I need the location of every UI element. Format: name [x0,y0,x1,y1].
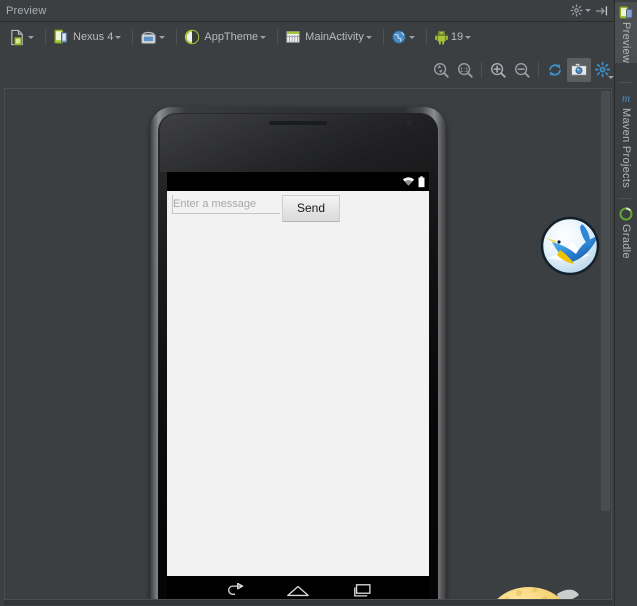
chevron-down-icon [408,35,415,39]
message-row: Enter a message Send [167,191,429,222]
gear-icon [570,4,583,17]
configuration-toolbar: Nexus 4 AppTheme MainActivity 19 [0,22,615,52]
sidebar-item-label: Gradle [620,224,632,259]
device-screen[interactable]: Enter a message Send [167,172,429,590]
android-navigation-bar [167,576,429,599]
chevron-down-icon [465,35,472,39]
device-speaker [269,121,327,125]
svg-text:m: m [622,93,630,105]
config-api-level[interactable]: 19 [431,26,474,48]
chevron-down-icon [28,35,34,39]
blue-bird-icon [540,216,600,276]
orientation-icon [141,31,157,44]
toolbar-divider [277,29,279,45]
preview-options-button[interactable] [591,58,615,82]
pufferfish-icon [497,587,579,599]
zoom-in-button[interactable] [486,58,510,82]
android-status-bar [167,172,429,191]
toolbar-divider [176,29,178,45]
screenshot-button[interactable] [567,58,591,82]
zoom-out-icon [515,63,530,78]
zoom-out-button[interactable] [510,58,534,82]
send-button[interactable]: Send [282,195,340,222]
config-orientation[interactable] [137,26,168,48]
config-api-level-label: 19 [450,31,464,43]
wifi-icon [402,177,415,186]
config-activity[interactable]: MainActivity [282,26,375,48]
svg-text:1:1: 1:1 [460,67,469,74]
sidebar-item-label: Preview [620,22,632,64]
config-activity-label: MainActivity [305,31,364,43]
android-icon [435,30,448,45]
toolbar-divider [132,29,134,45]
zoom-actual-size-button[interactable]: 1:1 [453,58,477,82]
refresh-icon [549,64,561,76]
back-icon[interactable] [224,583,246,599]
config-theme-label: AppTheme [204,31,259,43]
config-theme[interactable]: AppTheme [181,26,269,48]
toolbar-divider [538,62,539,78]
chevron-down-icon [159,35,166,39]
strip-divider [619,82,633,83]
message-input[interactable]: Enter a message [172,195,280,214]
hide-panel-icon [596,5,608,15]
zoom-toolbar: 1:1 [429,56,615,84]
preview-icon [619,6,633,19]
strip-divider [619,198,633,199]
config-rendering-target[interactable] [6,26,37,48]
zoom-actual-size-icon: 1:1 [458,63,473,78]
device-camera [406,120,412,126]
sidebar-item-label: Maven Projects [620,108,632,189]
recent-apps-icon[interactable] [350,583,372,599]
activity-icon [286,31,300,43]
battery-icon [418,175,425,187]
camera-icon [570,63,588,76]
zoom-to-fit-button[interactable] [429,58,453,82]
gear-caret [606,66,614,84]
sidebar-item-gradle[interactable]: Gradle [615,204,637,259]
hide-panel-button[interactable] [593,0,611,21]
preview-tool-window: Preview Nexus 4 AppTheme MainActivity 19… [0,0,637,606]
theme-icon [185,29,200,45]
chevron-down-icon [365,35,372,39]
toolbar-divider [481,62,482,78]
zoom-in-icon [491,63,506,78]
config-locale[interactable] [388,26,418,48]
device-frame: Enter a message Send [150,107,446,599]
sidebar-item-preview[interactable]: Preview [615,2,637,64]
toolbar-divider [382,29,384,45]
globe-icon [392,30,406,44]
app-content-area: Enter a message Send [167,191,429,590]
gradle-icon [619,207,633,221]
toolbar-divider [425,29,427,45]
home-icon[interactable] [286,583,310,599]
chevron-down-icon [260,35,267,39]
canvas-horizontal-scrollbar[interactable] [4,600,612,605]
status-bar-icons [402,175,425,188]
refresh-button[interactable] [543,58,567,82]
tool-window-strip: Preview m Maven Projects Gradle [614,0,637,606]
device-config-icon [11,29,23,46]
preview-canvas[interactable]: Enter a message Send [4,88,612,600]
zoom-fit-icon [434,63,449,78]
chevron-down-icon [607,75,614,79]
config-device[interactable]: Nexus 4 [50,26,124,48]
settings-button[interactable] [568,0,593,21]
canvas-vertical-scrollbar[interactable] [601,91,610,511]
phone-icon [54,29,68,44]
tool-window-header: Preview [0,0,615,22]
toolbar-divider [45,29,46,45]
chevron-down-icon [115,35,122,39]
sidebar-item-maven-projects[interactable]: m Maven Projects [615,88,637,188]
chevron-down-icon [585,9,591,12]
config-device-label: Nexus 4 [73,31,114,43]
page-title: Preview [6,4,47,17]
maven-icon: m [622,93,630,105]
